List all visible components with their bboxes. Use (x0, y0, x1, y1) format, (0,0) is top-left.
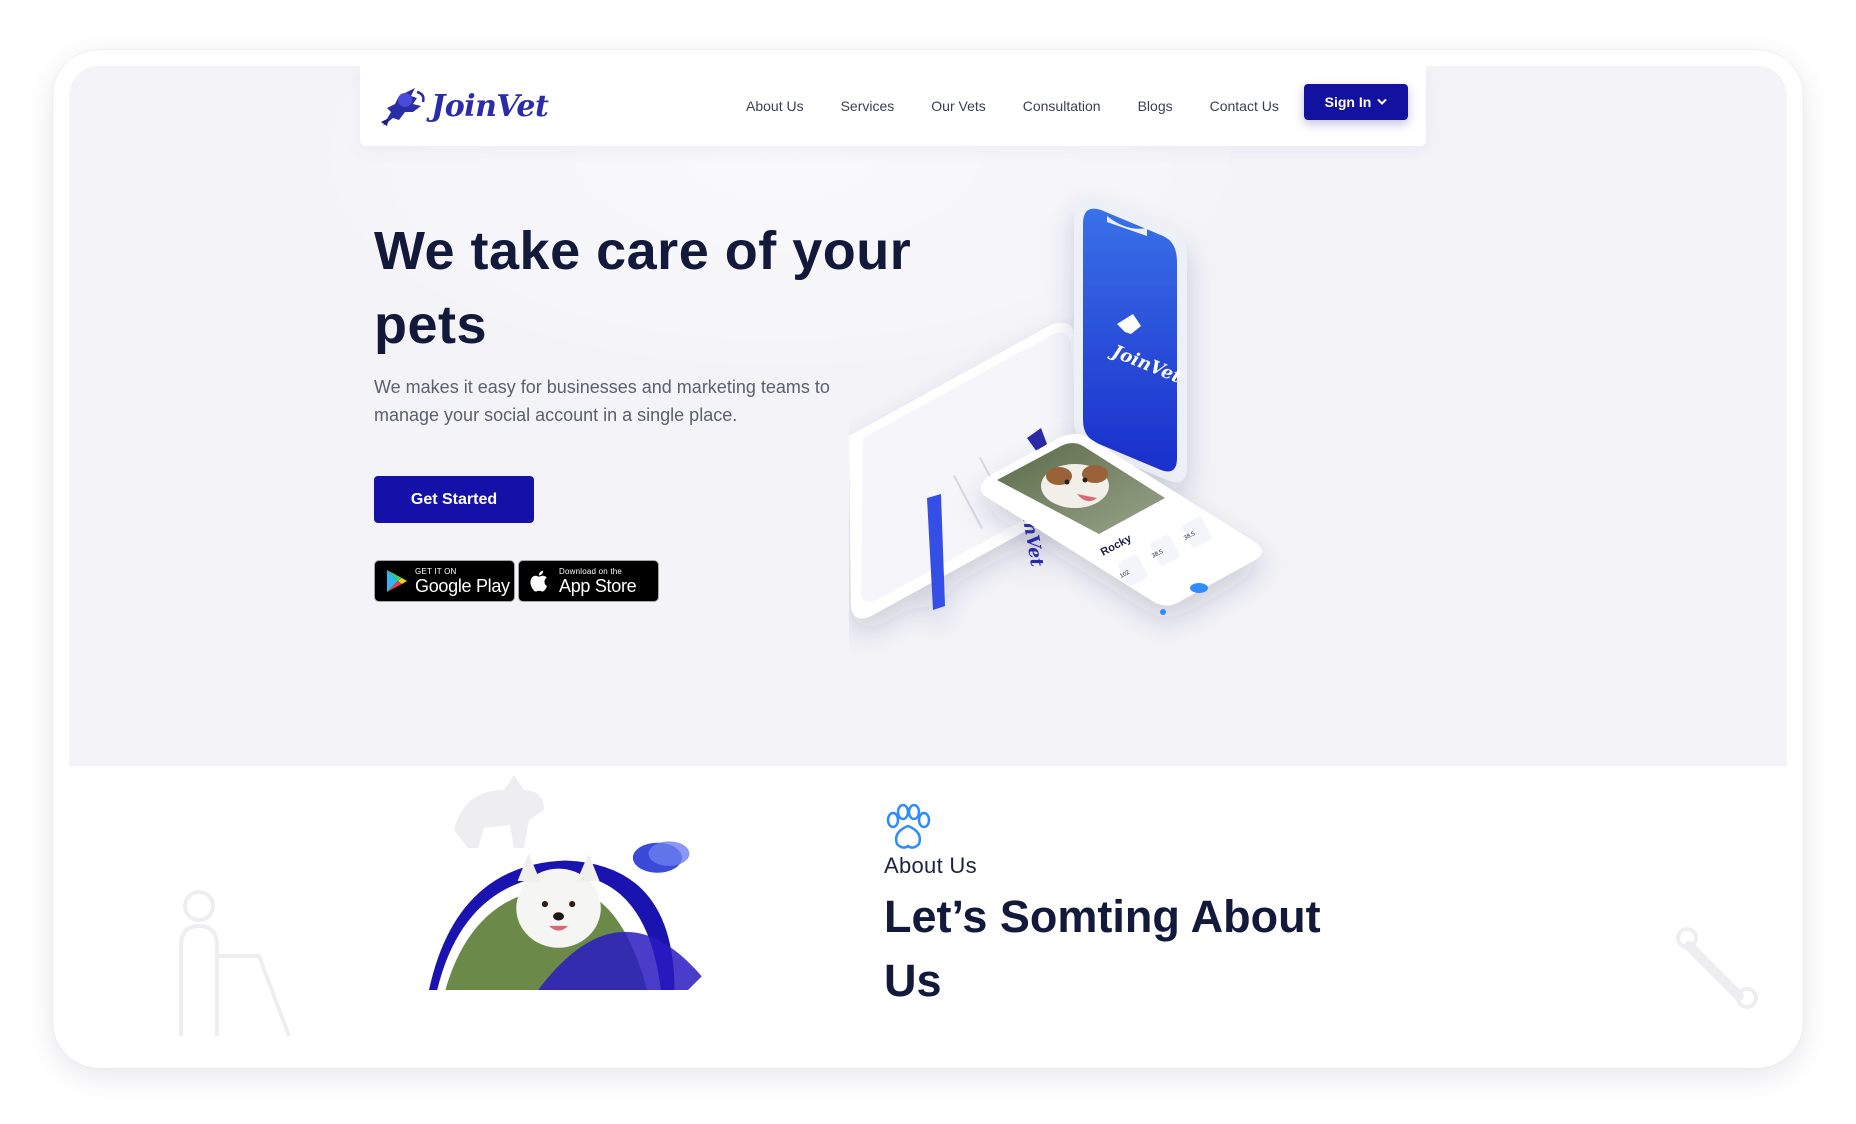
nav-links: About Us Services Our Vets Consultation … (746, 66, 1316, 146)
google-play-small: GET IT ON (415, 566, 457, 576)
nav-link-contact-us[interactable]: Contact Us (1210, 98, 1279, 114)
logo-text: JoinVet (431, 88, 549, 124)
top-navbar: JoinVet About Us Services Our Vets Consu… (360, 66, 1426, 146)
hero-subtitle: We makes it easy for businesses and mark… (374, 377, 830, 425)
sign-in-button[interactable]: Sign In (1304, 84, 1408, 120)
nav-link-consultation[interactable]: Consultation (1023, 98, 1101, 114)
app-store-badge[interactable]: Download on the App Store (518, 560, 659, 602)
logo-pets-icon (381, 88, 425, 126)
google-play-big: Google Play (415, 575, 510, 596)
nav-link-our-vets[interactable]: Our Vets (931, 98, 985, 114)
paw-icon (886, 804, 931, 849)
bone-icon (1676, 927, 1758, 1009)
app-store-big: App Store (559, 575, 637, 596)
apple-icon (530, 570, 547, 592)
get-started-button[interactable]: Get Started (374, 476, 534, 523)
browser-viewport: JoinVet About Us Services Our Vets Consu… (69, 66, 1787, 1053)
hero-section: JoinVet About Us Services Our Vets Consu… (69, 66, 1787, 766)
sign-in-label: Sign In (1324, 94, 1372, 110)
nav-link-services[interactable]: Services (841, 98, 895, 114)
about-dog-image (429, 841, 702, 990)
chevron-down-icon (1377, 99, 1387, 105)
logo[interactable]: JoinVet (377, 82, 549, 130)
nav-link-about-us[interactable]: About Us (746, 98, 804, 114)
app-phones-illustration: JoinVet JoinVet Rocky 102 38.5 38.5 (849, 196, 1262, 619)
person-walking-dog-icon (179, 890, 291, 1036)
about-heading: Let’s Somting About Us (884, 891, 1321, 1006)
google-play-badge[interactable]: GET IT ON Google Play (374, 560, 515, 602)
app-store-small: Download on the (559, 566, 623, 576)
nav-link-blogs[interactable]: Blogs (1138, 98, 1173, 114)
google-play-icon (387, 570, 407, 592)
dog-silhouette-icon (454, 775, 544, 848)
about-us-label: About Us (884, 853, 977, 878)
